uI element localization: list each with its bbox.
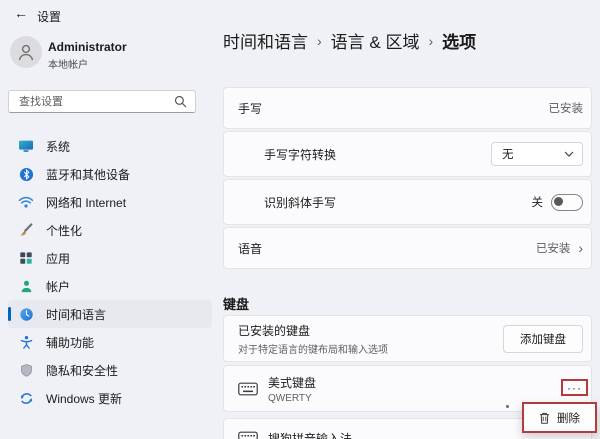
search-icon xyxy=(174,95,187,108)
keyboard-us-name: 美式键盘 xyxy=(268,375,317,390)
sidebar-item-label: 隐私和安全性 xyxy=(46,363,119,378)
sidebar-item-label: 个性化 xyxy=(46,223,83,238)
keyboard-section-title: 键盘 xyxy=(223,297,250,312)
breadcrumb-time-language[interactable]: 时间和语言 xyxy=(223,28,308,53)
wifi-icon xyxy=(18,194,34,210)
handwriting-status: 已安装 xyxy=(548,103,584,115)
sidebar-item-bluetooth[interactable]: 蓝牙和其他设备 xyxy=(8,160,212,188)
sidebar-item-windows-update[interactable]: Windows 更新 xyxy=(8,384,212,412)
handwriting-conversion-dropdown[interactable]: 无 xyxy=(491,142,583,166)
installed-keyboards-row: 已安装的键盘 对于特定语言的键布局和输入选项 添加键盘 xyxy=(223,315,592,362)
sidebar-item-label: 帐户 xyxy=(46,279,71,294)
bluetooth-icon xyxy=(18,166,34,182)
personalization-brush-icon xyxy=(18,222,34,238)
sidebar-nav: 系统 蓝牙和其他设备 网络和 Internet 个性化 应用 帐户 时间和语言 … xyxy=(8,132,212,412)
user-account-type: 本地帐户 xyxy=(48,60,88,71)
sidebar-item-network[interactable]: 网络和 Internet xyxy=(8,188,212,216)
time-language-globe-icon xyxy=(18,306,34,322)
breadcrumb-separator: › xyxy=(428,32,434,49)
keyboard-icon xyxy=(238,382,258,395)
apps-grid-icon xyxy=(18,250,34,266)
sidebar-item-label: 辅助功能 xyxy=(46,335,95,350)
keyboard-icon xyxy=(238,431,258,439)
sidebar-item-label: Windows 更新 xyxy=(46,391,123,406)
handwriting-row[interactable]: 手写 已安装 xyxy=(223,87,592,129)
windows-update-icon xyxy=(18,390,34,406)
add-keyboard-button[interactable]: 添加键盘 xyxy=(503,324,583,353)
sidebar-item-label: 网络和 Internet xyxy=(46,195,127,210)
delete-menu-item[interactable]: 删除 xyxy=(522,402,597,433)
avatar[interactable] xyxy=(10,36,42,68)
sidebar-item-personalization[interactable]: 个性化 xyxy=(8,216,212,244)
sidebar-item-apps[interactable]: 应用 xyxy=(8,244,212,272)
sidebar-item-label: 应用 xyxy=(46,251,71,266)
sidebar-item-accounts[interactable]: 帐户 xyxy=(8,272,212,300)
dropdown-value: 无 xyxy=(502,149,514,161)
keyboard-sogou-name: 搜狗拼音输入法 xyxy=(268,431,353,439)
breadcrumb-language-region[interactable]: 语言 & 区域 xyxy=(331,28,420,53)
search-box[interactable] xyxy=(8,90,196,113)
ellipsis-icon: ··· xyxy=(567,380,582,395)
user-person-icon xyxy=(18,44,34,61)
sidebar-item-accessibility[interactable]: 辅助功能 xyxy=(8,328,212,356)
handwriting-conversion-label: 手写字符转换 xyxy=(264,147,337,162)
italic-recognition-row: 识别斜体手写 关 xyxy=(223,179,592,225)
chevron-right-icon: › xyxy=(578,240,583,256)
user-name: Administrator xyxy=(48,40,127,54)
toggle-knob xyxy=(554,196,563,206)
trash-icon xyxy=(540,412,549,424)
accessibility-person-icon xyxy=(18,334,34,350)
sidebar-item-system[interactable]: 系统 xyxy=(8,132,212,160)
privacy-shield-icon xyxy=(18,362,34,378)
speech-status: 已安装 xyxy=(535,243,571,255)
italic-recognition-label: 识别斜体手写 xyxy=(264,195,337,210)
italic-recognition-toggle[interactable] xyxy=(551,193,583,211)
delete-label: 删除 xyxy=(557,412,580,425)
installed-keyboards-title: 已安装的键盘 xyxy=(238,323,311,338)
sidebar-item-label: 系统 xyxy=(46,139,71,154)
keyboard-us-layout: QWERTY xyxy=(268,392,312,404)
more-options-button[interactable]: ··· xyxy=(561,379,588,396)
handwriting-label: 手写 xyxy=(238,101,263,116)
cursor-dot xyxy=(506,405,509,408)
sidebar-item-label: 时间和语言 xyxy=(46,307,107,322)
breadcrumb: 时间和语言 › 语言 & 区域 › 选项 xyxy=(223,28,476,53)
sidebar-item-time-language[interactable]: 时间和语言 xyxy=(8,300,212,328)
toggle-state-label: 关 xyxy=(531,197,544,209)
account-person-icon xyxy=(18,278,34,294)
handwriting-conversion-row: 手写字符转换 无 xyxy=(223,131,592,177)
breadcrumb-separator: › xyxy=(317,32,322,49)
speech-label: 语音 xyxy=(238,241,263,256)
app-title: 设置 xyxy=(37,10,62,24)
settings-window: ← 设置 Administrator 本地帐户 系统 xyxy=(0,0,600,439)
display-icon xyxy=(18,138,34,154)
back-button[interactable]: ← xyxy=(14,5,28,21)
chevron-down-icon xyxy=(564,151,574,157)
speech-row[interactable]: 语音 已安装 › xyxy=(223,227,592,269)
sidebar-item-label: 蓝牙和其他设备 xyxy=(46,167,131,182)
sidebar-item-privacy[interactable]: 隐私和安全性 xyxy=(8,356,212,384)
page-title: 选项 xyxy=(442,33,477,52)
installed-keyboards-subtitle: 对于特定语言的键布局和输入选项 xyxy=(238,344,388,356)
search-input[interactable] xyxy=(17,94,174,109)
